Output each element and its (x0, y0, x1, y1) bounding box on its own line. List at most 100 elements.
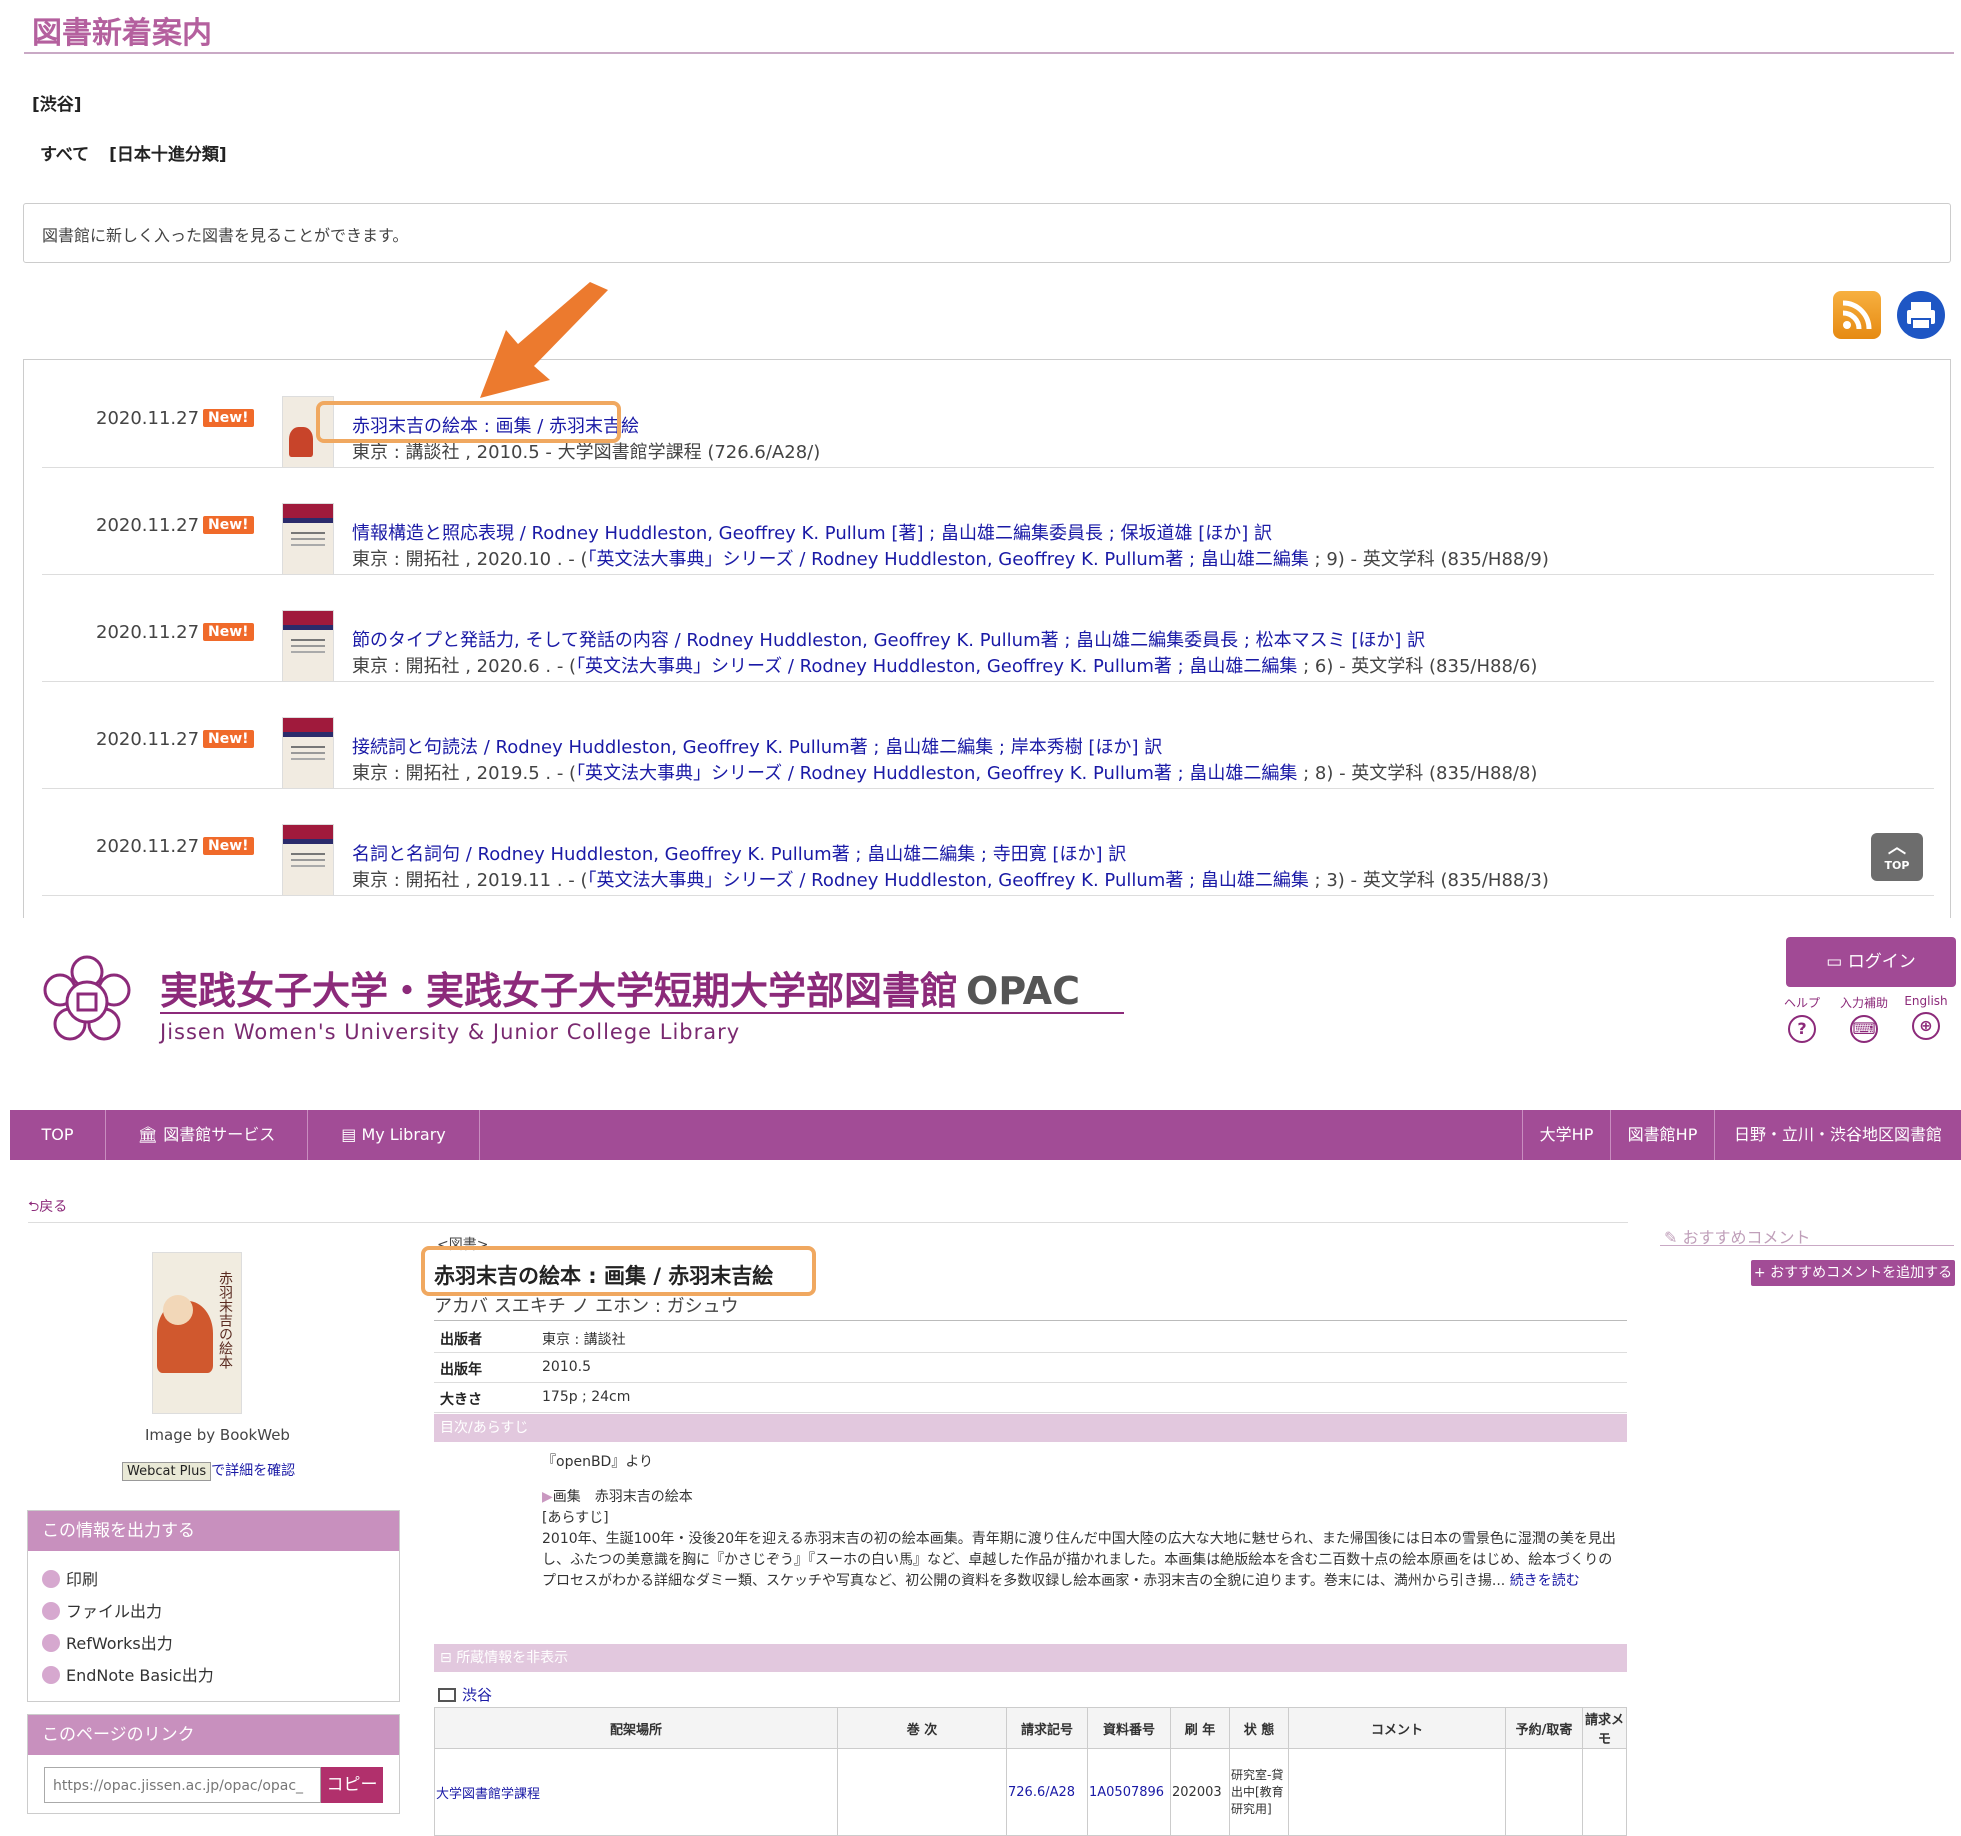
output-refworks[interactable]: RefWorks出力 (28, 1627, 399, 1659)
header-divider (28, 1222, 1628, 1223)
meta-row-year: 出版年 2010.5 (434, 1353, 1627, 1383)
location-label: [渋谷] (32, 95, 82, 115)
list-item: 2020.11.27 New! 名詞と名詞句 / Rodney Huddlest… (42, 788, 1934, 896)
book-thumbnail[interactable] (282, 717, 334, 789)
english-button[interactable]: English ⊕ (1900, 994, 1952, 1040)
title-highlight-box (421, 1246, 816, 1296)
panel-divider (0, 918, 1961, 932)
filter-all-link[interactable]: すべて (40, 145, 89, 165)
list-item: 2020.11.27 New! 情報構造と照応表現 / Rodney Huddl… (42, 467, 1934, 575)
toc-synopsis: 2010年、生誕100年・没後20年を迎える赤羽末吉の初の絵本画集。青年期に渡り… (542, 1531, 1616, 1589)
pointer-arrow-icon (480, 282, 608, 398)
site-title[interactable]: 実践女子大学・実践女子大学短期大学部図書館 OPAC (160, 960, 1080, 1015)
input-assist-button[interactable]: 入力補助 ⌨ (1838, 994, 1890, 1043)
item-date: 2020.11.27 (96, 622, 200, 643)
print-icon (42, 1570, 60, 1588)
output-box-title: この情報を出力する (28, 1511, 399, 1551)
login-icon: ▭ (1826, 952, 1848, 972)
keyboard-icon: ⌨ (1850, 1015, 1878, 1043)
nav-my-library[interactable]: ▤ My Library (308, 1110, 480, 1160)
nav-top[interactable]: TOP (10, 1110, 106, 1160)
item-date: 2020.11.27 (96, 729, 200, 750)
book-cover-image[interactable]: 赤羽末吉の絵本 (152, 1252, 242, 1414)
book-thumbnail[interactable] (282, 610, 334, 682)
output-box: この情報を出力する 印刷 ファイル出力 RefWorks出力 EndNote B… (27, 1510, 400, 1702)
rss-icon[interactable] (1833, 291, 1881, 339)
status-cell: 研究室-貸出中[教育研究用] (1229, 1748, 1289, 1836)
webcat-badge: Webcat Plus (122, 1462, 212, 1481)
series-link[interactable]: 「英文法大事典」シリーズ / Rodney Huddleston, Geoffr… (588, 549, 1309, 570)
table-row: 大学図書館学課程 726.6/A28 1A0507896 202003 研究室-… (434, 1748, 1627, 1836)
nav-university-hp[interactable]: 大学HP (1522, 1110, 1610, 1160)
holdings-location: 渋谷 (438, 1684, 492, 1705)
new-badge: New! (203, 730, 254, 748)
read-more-link[interactable]: 続きを読む (1510, 1573, 1580, 1589)
title-highlight-box (316, 401, 621, 443)
filter-class-link[interactable]: [日本十進分類] (109, 145, 227, 165)
login-button[interactable]: ▭ ログイン (1786, 937, 1956, 987)
book-thumbnail[interactable] (282, 503, 334, 575)
toc-header: 目次/あらすじ (434, 1414, 1627, 1442)
page-link-title: このページのリンク (28, 1715, 399, 1755)
output-endnote[interactable]: EndNote Basic出力 (28, 1659, 399, 1691)
book-thumbnail[interactable] (282, 824, 334, 896)
output-print[interactable]: 印刷 (28, 1563, 399, 1595)
nav-library-hp[interactable]: 図書館HP (1610, 1110, 1714, 1160)
back-arrow-icon: ⮌ (28, 1199, 40, 1215)
list-item: 2020.11.27 New! 節のタイプと発話力, そして発話の内容 / Ro… (42, 574, 1934, 682)
toc-content: 『openBD』より ▶画集 赤羽末吉の絵本 [あらすじ] 2010年、生誕10… (542, 1452, 1624, 1592)
site-subtitle: Jissen Women's University & Junior Colle… (160, 1020, 741, 1044)
holdings-table: 配架場所 巻 次 請求記号 資料番号 刷 年 状 態 コメント 予約/取寄 請求… (434, 1707, 1627, 1836)
item-publication: 東京 : 開拓社 , 2020.10 . - (「英文法大事典」シリーズ / R… (352, 549, 1549, 570)
series-link[interactable]: 「英文法大事典」シリーズ / Rodney Huddleston, Geoffr… (576, 763, 1297, 784)
classification-filter: すべて [日本十進分類] (40, 140, 241, 165)
item-title-link[interactable]: 節のタイプと発話力, そして発話の内容 / Rodney Huddleston,… (352, 626, 1425, 652)
file-icon (42, 1602, 60, 1620)
item-date: 2020.11.27 (96, 836, 200, 857)
page-url-field[interactable]: https://opac.jissen.ac.jp/opac/opac_ (44, 1767, 321, 1803)
new-arrivals-list: 2020.11.27 New! 赤羽末吉の絵本 : 画集 / 赤羽末吉絵 東京 … (23, 359, 1951, 919)
new-arrivals-panel: 図書新着案内 [渋谷] すべて [日本十進分類] 図書館に新しく入った図書を見る… (0, 0, 1961, 919)
call-number-link[interactable]: 726.6/A28 (1006, 1748, 1088, 1836)
item-publication: 東京 : 開拓社 , 2019.5 . - (「英文法大事典」シリーズ / Ro… (352, 763, 1538, 784)
title-divider (24, 52, 1954, 54)
toc-label: [あらすじ] (542, 1510, 609, 1526)
page-link-box: このページのリンク https://opac.jissen.ac.jp/opac… (27, 1714, 400, 1814)
webcat-link[interactable]: Webcat Plus で詳細を確認 (122, 1460, 295, 1481)
main-navbar: TOP 🏛 図書館サービス ▤ My Library 大学HP 図書館HP 日野… (10, 1110, 1961, 1160)
item-date: 2020.11.27 (96, 515, 200, 536)
export-icon (42, 1634, 60, 1652)
back-link[interactable]: ⮌戻る (28, 1196, 67, 1220)
item-title-link[interactable]: 接続詞と句読法 / Rodney Huddleston, Geoffrey K.… (352, 733, 1162, 759)
scroll-top-button[interactable]: ︿ TOP (1871, 833, 1923, 881)
item-title-link[interactable]: 情報構造と照応表現 / Rodney Huddleston, Geoffrey … (352, 519, 1272, 545)
print-icon[interactable] (1897, 291, 1945, 339)
my-library-icon: ▤ (341, 1125, 362, 1144)
title-reading: アカバ スエキチ ノ エホン : ガシュウ (434, 1296, 739, 1317)
add-recommend-button[interactable]: + おすすめコメントを追加する (1751, 1260, 1955, 1286)
library-building-icon: 🏛 (137, 1125, 164, 1144)
output-file[interactable]: ファイル出力 (28, 1595, 399, 1627)
recommend-divider (1660, 1245, 1954, 1246)
meta-row-size: 大きさ 175p ; 24cm (434, 1383, 1627, 1413)
copy-button[interactable]: コピー (321, 1767, 383, 1803)
series-link[interactable]: 「英文法大事典」シリーズ / Rodney Huddleston, Geoffr… (588, 870, 1309, 891)
holdings-toggle[interactable]: ⊟ 所蔵情報を非表示 (434, 1644, 1627, 1672)
series-link[interactable]: 「英文法大事典」シリーズ / Rodney Huddleston, Geoffr… (576, 656, 1297, 677)
holdings-header-row: 配架場所 巻 次 請求記号 資料番号 刷 年 状 態 コメント 予約/取寄 請求… (434, 1707, 1627, 1749)
item-number-link[interactable]: 1A0507896 (1087, 1748, 1171, 1836)
item-title-link[interactable]: 名詞と名詞句 / Rodney Huddleston, Geoffrey K. … (352, 840, 1126, 866)
help-button[interactable]: ヘルプ? (1776, 994, 1828, 1043)
shelf-location-link[interactable]: 大学図書館学課程 (434, 1748, 838, 1836)
minus-icon: ⊟ (440, 1650, 457, 1666)
new-badge: New! (203, 623, 254, 641)
nav-library-services[interactable]: 🏛 図書館サービス (106, 1110, 308, 1160)
image-credit: Image by BookWeb (145, 1426, 290, 1444)
opac-detail-panel: 実践女子大学・実践女子大学短期大学部図書館 OPAC Jissen Women's… (0, 932, 1961, 1836)
export-icon (42, 1666, 60, 1684)
nav-campus-libraries[interactable]: 日野・立川・渋谷地区図書館 (1714, 1110, 1961, 1160)
item-publication: 東京 : 開拓社 , 2019.11 . - (「英文法大事典」シリーズ / R… (352, 870, 1549, 891)
description-text: 図書館に新しく入った図書を見ることができます。 (42, 226, 409, 245)
triangle-icon: ▶ (542, 1489, 553, 1505)
list-item: 2020.11.27 New! 接続詞と句読法 / Rodney Huddles… (42, 681, 1934, 789)
